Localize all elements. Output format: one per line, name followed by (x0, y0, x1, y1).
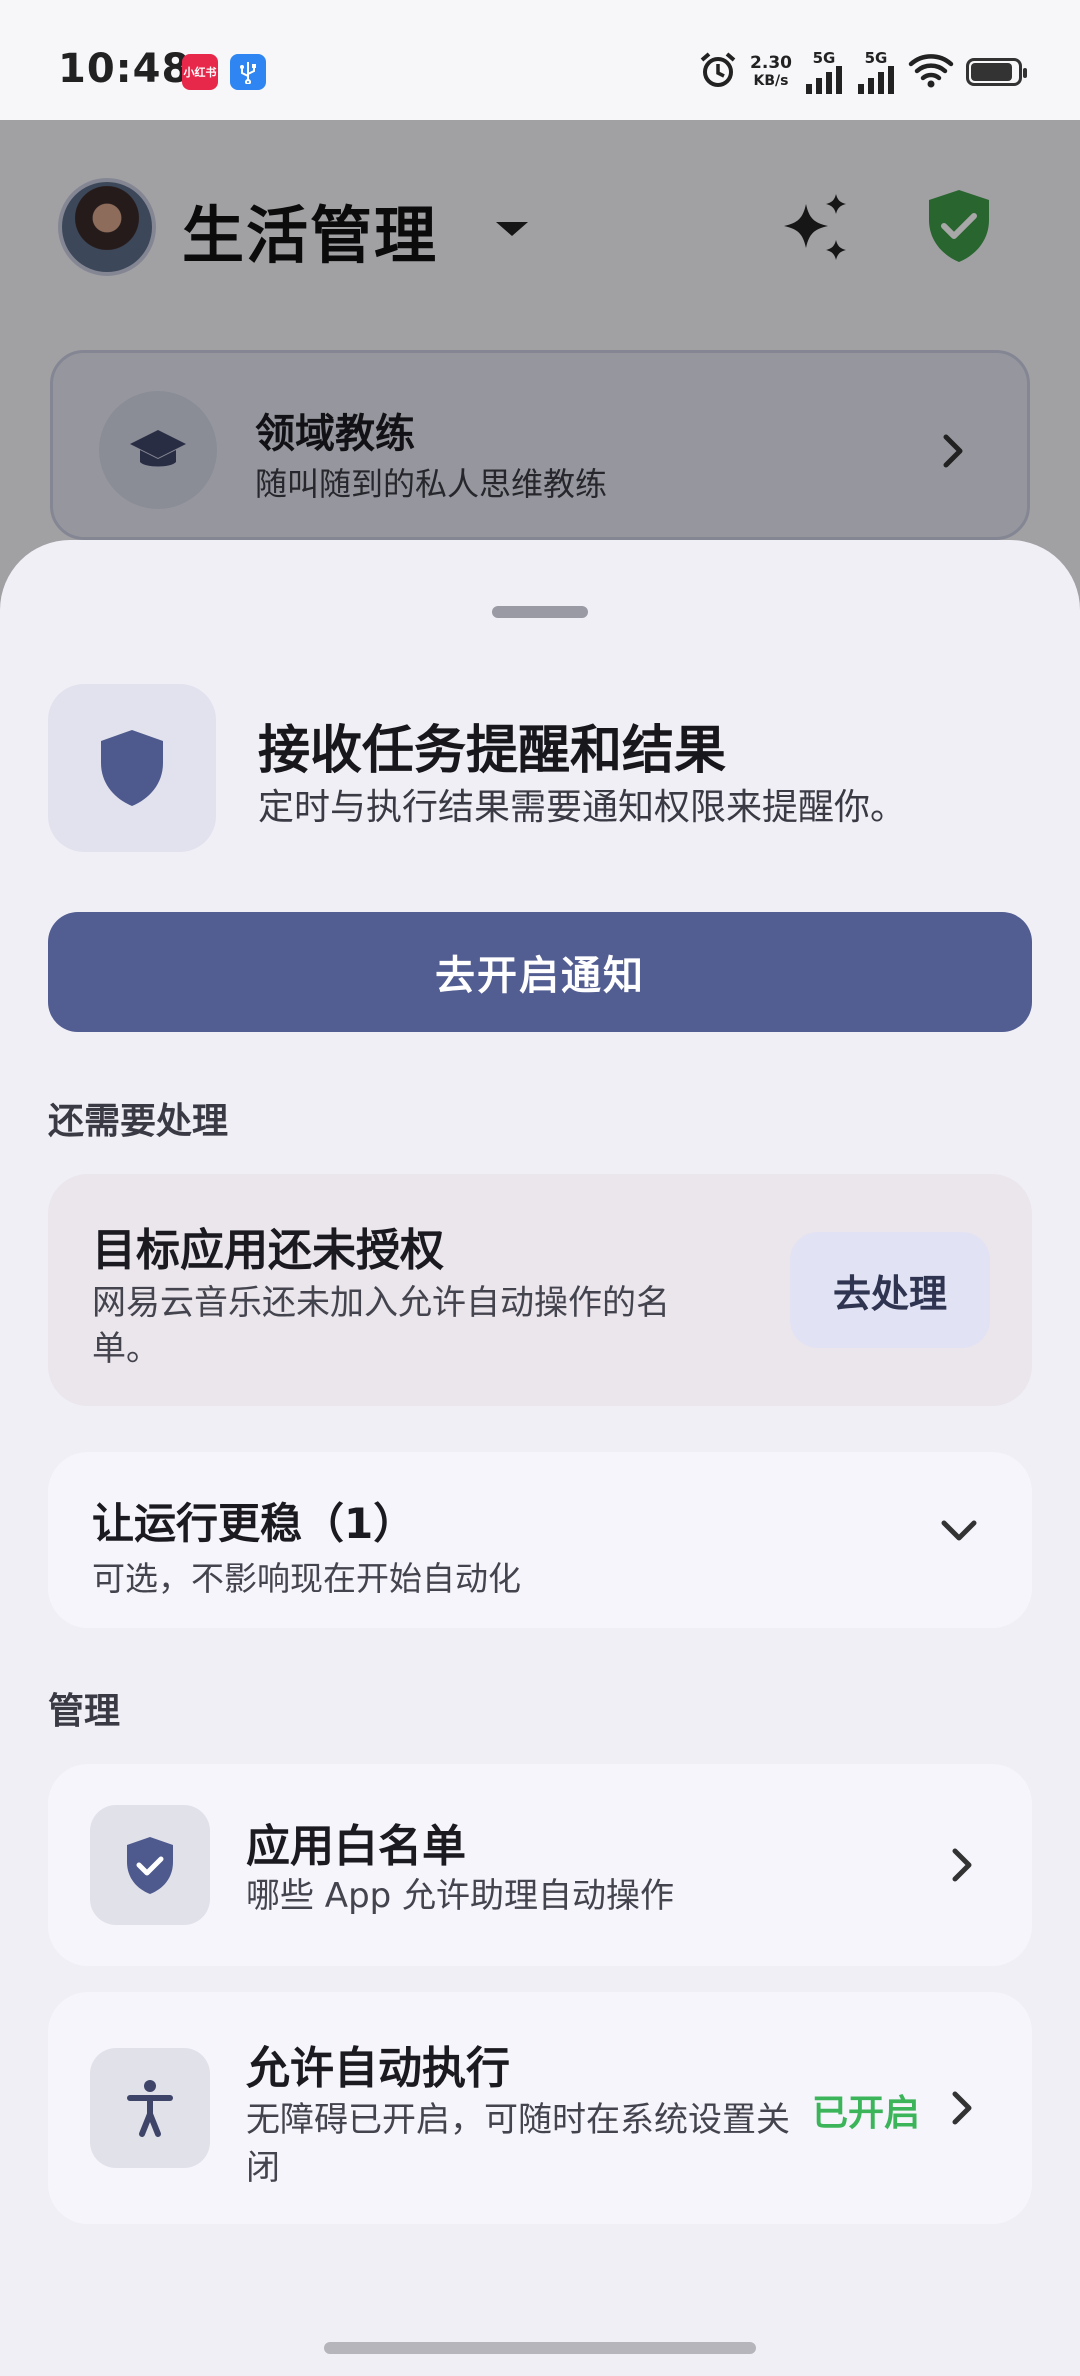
chevron-down-icon (941, 1520, 977, 1541)
shield-icon (48, 684, 216, 852)
alarm-icon (698, 50, 738, 94)
stability-card[interactable]: 让运行更稳（1） 可选，不影响现在开始自动化 (48, 1452, 1032, 1628)
pending-title: 目标应用还未授权 (92, 1225, 444, 1276)
auto-execute-item[interactable]: 允许自动执行 无障碍已开启，可随时在系统设置关闭 已开启 (48, 1992, 1032, 2224)
usb-icon (230, 54, 266, 90)
gesture-nav-bar[interactable] (324, 2342, 756, 2354)
pending-section-label: 还需要处理 (48, 1101, 229, 1142)
handle-button[interactable]: 去处理 (790, 1232, 990, 1348)
stability-title: 让运行更稳（1） (92, 1499, 416, 1548)
permission-subtitle: 定时与执行结果需要通知权限来提醒你。 (258, 787, 907, 828)
signal-2: 5G (856, 50, 896, 94)
permission-title: 接收任务提醒和结果 (258, 721, 727, 781)
stability-subtitle: 可选，不影响现在开始自动化 (92, 1559, 521, 1598)
whitelist-title: 应用白名单 (246, 1821, 466, 1872)
net-speed: 2.30 KB/s (750, 53, 792, 89)
permission-bottom-sheet: 接收任务提醒和结果 定时与执行结果需要通知权限来提醒你。 去开启通知 还需要处理… (0, 540, 1080, 2376)
sheet-drag-handle[interactable] (492, 606, 588, 618)
battery-icon (966, 58, 1027, 86)
auto-execute-subtitle: 无障碍已开启，可随时在系统设置关闭 (246, 2100, 790, 2188)
whitelist-subtitle: 哪些 App 允许助理自动操作 (246, 1876, 675, 1916)
wifi-icon (908, 52, 954, 92)
chevron-right-icon (952, 2091, 972, 2125)
xiaohongshu-app-icon: 小红书 (182, 54, 218, 90)
status-enabled: 已开启 (811, 2093, 920, 2134)
status-bar: 10:48 小红书 2.30 KB/s 5G 5G (0, 0, 1080, 120)
accessibility-icon (90, 2048, 210, 2168)
status-time: 10:48 (58, 46, 191, 92)
pending-authorization-card: 目标应用还未授权 网易云音乐还未加入允许自动操作的名单。 去处理 (48, 1174, 1032, 1406)
pending-subtitle: 网易云音乐还未加入允许自动操作的名单。 (92, 1283, 670, 1369)
chevron-right-icon (952, 1848, 972, 1882)
signal-1: 5G (804, 50, 844, 94)
shield-check-icon (90, 1805, 210, 1925)
auto-execute-title: 允许自动执行 (246, 2043, 510, 2094)
enable-notifications-button[interactable]: 去开启通知 (48, 912, 1032, 1032)
app-whitelist-item[interactable]: 应用白名单 哪些 App 允许助理自动操作 (48, 1764, 1032, 1966)
manage-section-label: 管理 (48, 1691, 121, 1732)
